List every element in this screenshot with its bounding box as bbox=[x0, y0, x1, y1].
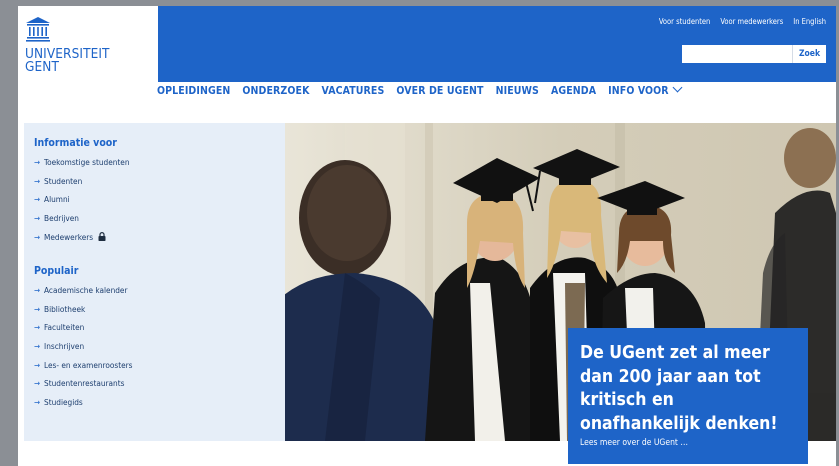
arrow-right-icon: → bbox=[34, 286, 41, 295]
sidebar-list-informatie: → Toekomstige studenten → Studenten → Alumn… bbox=[34, 153, 130, 246]
top-links: Voor studenten Voor medewerkers In Engli… bbox=[659, 17, 826, 26]
logo-line-2: GENT bbox=[25, 59, 59, 75]
sidebar-link-toekomstige-studenten[interactable]: Toekomstige studenten bbox=[44, 157, 129, 167]
sidebar-link-studentenrestaurants[interactable]: Studentenrestaurants bbox=[44, 378, 124, 388]
sidebar-item: → Alumni bbox=[34, 190, 130, 209]
sidebar-link-bedrijven[interactable]: Bedrijven bbox=[44, 213, 79, 223]
sidebar-item: → Bibliotheek bbox=[34, 300, 133, 319]
arrow-right-icon: → bbox=[34, 304, 41, 314]
nav-vacatures[interactable]: VACATURES bbox=[322, 85, 385, 97]
sidebar-item: → Studiegids bbox=[34, 393, 133, 412]
nav-nieuws[interactable]: NIEUWS bbox=[496, 85, 539, 97]
link-in-english[interactable]: In English bbox=[793, 17, 826, 26]
lock-icon bbox=[98, 231, 106, 241]
hero-card-title: De UGent zet al meer dan 200 jaar aan to… bbox=[580, 343, 778, 434]
sidebar-item: → Studenten bbox=[34, 172, 130, 191]
sidebar-link-les-en-examenroosters[interactable]: Les- en examenroosters bbox=[44, 360, 133, 370]
search-button[interactable]: Zoek bbox=[792, 45, 826, 63]
sidebar-item: → Medewerkers bbox=[34, 228, 130, 247]
sidebar-item: → Studentenrestaurants bbox=[34, 374, 133, 393]
link-voor-medewerkers[interactable]: Voor medewerkers bbox=[720, 17, 783, 26]
arrow-right-icon: → bbox=[34, 176, 41, 186]
arrow-right-icon: → bbox=[34, 158, 41, 167]
nav-over-de-ugent[interactable]: OVER DE UGENT bbox=[396, 85, 483, 97]
search-input[interactable] bbox=[682, 45, 792, 63]
arrow-right-icon: → bbox=[34, 360, 41, 370]
sidebar-link-bibliotheek[interactable]: Bibliotheek bbox=[44, 304, 85, 314]
sidebar-list-populair: → Academische kalender → Bibliotheek → Facu… bbox=[34, 281, 133, 412]
header-bar: Voor studenten Voor medewerkers In Engli… bbox=[158, 6, 836, 82]
arrow-right-icon: → bbox=[34, 342, 41, 352]
sidebar-item: → Academische kalender bbox=[34, 281, 133, 300]
chevron-down-icon bbox=[672, 82, 683, 93]
link-voor-studenten[interactable]: Voor studenten bbox=[659, 17, 710, 26]
sidebar-title-populair: Populair bbox=[34, 265, 79, 277]
arrow-right-icon: → bbox=[34, 323, 41, 333]
arrow-right-icon: → bbox=[34, 195, 41, 205]
sidebar-title-informatie: Informatie voor bbox=[34, 137, 117, 149]
ugent-logo[interactable]: UNIVERSITEIT GENT bbox=[25, 16, 165, 86]
sidebar-item: → Toekomstige studenten bbox=[34, 153, 130, 172]
nav-onderzoek[interactable]: ONDERZOEK bbox=[242, 85, 309, 97]
hero-card-link[interactable]: Lees meer over de UGent … bbox=[580, 438, 688, 448]
nav-info-voor[interactable]: INFO VOOR bbox=[608, 82, 683, 97]
sidebar-link-studiegids[interactable]: Studiegids bbox=[44, 397, 83, 407]
sidebar: Informatie voor → Toekomstige studenten →… bbox=[24, 123, 285, 441]
nav-opleidingen[interactable]: OPLEIDINGEN bbox=[157, 85, 230, 97]
sidebar-link-alumni[interactable]: Alumni bbox=[44, 194, 70, 204]
sidebar-item: → Les- en examenroosters bbox=[34, 356, 133, 375]
browser-page: UNIVERSITEIT GENT Voor studenten Voor me… bbox=[18, 6, 836, 466]
arrow-right-icon: → bbox=[34, 398, 41, 408]
sidebar-item: → Bedrijven bbox=[34, 209, 130, 228]
main-nav: OPLEIDINGEN ONDERZOEK VACATURES OVER DE … bbox=[157, 82, 683, 97]
sidebar-link-studenten[interactable]: Studenten bbox=[44, 176, 82, 186]
arrow-right-icon: → bbox=[34, 379, 41, 389]
hero-card[interactable]: De UGent zet al meer dan 200 jaar aan to… bbox=[568, 328, 808, 464]
sidebar-item: → Inschrijven bbox=[34, 337, 133, 356]
sidebar-group-populair: Populair → Academische kalender → Biblioth… bbox=[34, 265, 133, 412]
logo-wordmark: UNIVERSITEIT GENT bbox=[25, 47, 110, 75]
sidebar-link-medewerkers[interactable]: Medewerkers bbox=[44, 232, 93, 242]
sidebar-group-informatie: Informatie voor → Toekomstige studenten →… bbox=[34, 137, 130, 246]
sidebar-link-inschrijven[interactable]: Inschrijven bbox=[44, 341, 84, 351]
sidebar-link-academische-kalender[interactable]: Academische kalender bbox=[44, 285, 127, 295]
arrow-right-icon: → bbox=[34, 214, 41, 224]
sidebar-link-faculteiten[interactable]: Faculteiten bbox=[44, 322, 84, 332]
nav-agenda[interactable]: AGENDA bbox=[551, 85, 596, 97]
sidebar-item: → Faculteiten bbox=[34, 318, 133, 337]
university-building-icon bbox=[26, 17, 50, 42]
nav-info-voor-label: INFO VOOR bbox=[608, 85, 669, 97]
arrow-right-icon: → bbox=[34, 232, 41, 242]
search-form: Zoek bbox=[682, 45, 826, 63]
